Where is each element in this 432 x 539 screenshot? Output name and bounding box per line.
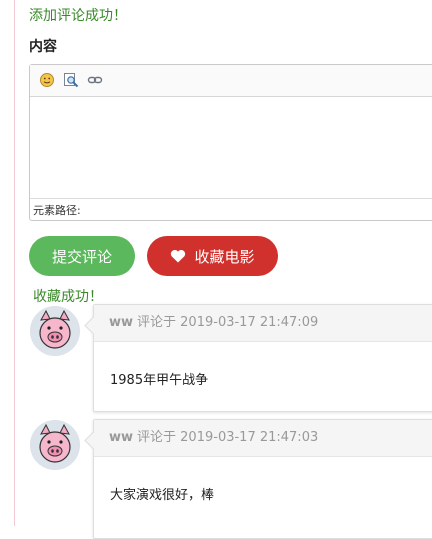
comment-item: ww 评论于 2019-03-17 21:47:09 1985年甲午战争 bbox=[84, 304, 432, 412]
comment-header: ww 评论于 2019-03-17 21:47:09 bbox=[94, 305, 432, 342]
page-left-border bbox=[14, 0, 15, 526]
avatar bbox=[30, 306, 80, 356]
pig-avatar-icon bbox=[30, 420, 80, 470]
favorite-movie-button[interactable]: 收藏电影 bbox=[147, 236, 278, 276]
favorite-success-message: 收藏成功！ bbox=[33, 289, 103, 305]
submit-comment-button[interactable]: 提交评论 bbox=[29, 236, 135, 276]
comment-item: ww 评论于 2019-03-17 21:47:03 大家演戏很好，棒 bbox=[84, 419, 432, 539]
preview-icon[interactable] bbox=[63, 72, 79, 88]
editor-text-area[interactable] bbox=[30, 97, 432, 199]
comment-timestamp: 评论于 2019-03-17 21:47:09 bbox=[137, 315, 319, 330]
avatar bbox=[30, 420, 80, 470]
editor-element-path: 元素路径: bbox=[33, 204, 81, 217]
comment-username: ww bbox=[109, 430, 134, 445]
comment-timestamp: 评论于 2019-03-17 21:47:03 bbox=[137, 430, 319, 445]
content-label: 内容 bbox=[29, 39, 57, 55]
editor-toolbar bbox=[30, 65, 432, 97]
comment-text: 1985年甲午战争 bbox=[110, 373, 209, 388]
rich-text-editor[interactable]: 元素路径: bbox=[29, 64, 432, 221]
link-icon[interactable] bbox=[87, 72, 103, 88]
comment-username: ww bbox=[109, 315, 134, 330]
emoji-icon[interactable] bbox=[39, 72, 55, 88]
comment-header: ww 评论于 2019-03-17 21:47:03 bbox=[94, 420, 432, 457]
heart-icon bbox=[170, 249, 186, 263]
comment-text: 大家演戏很好，棒 bbox=[110, 488, 215, 503]
submit-comment-label: 提交评论 bbox=[51, 248, 112, 266]
favorite-movie-label: 收藏电影 bbox=[194, 248, 255, 266]
comment-success-message: 添加评论成功！ bbox=[29, 8, 127, 24]
pig-avatar-icon bbox=[30, 306, 80, 356]
